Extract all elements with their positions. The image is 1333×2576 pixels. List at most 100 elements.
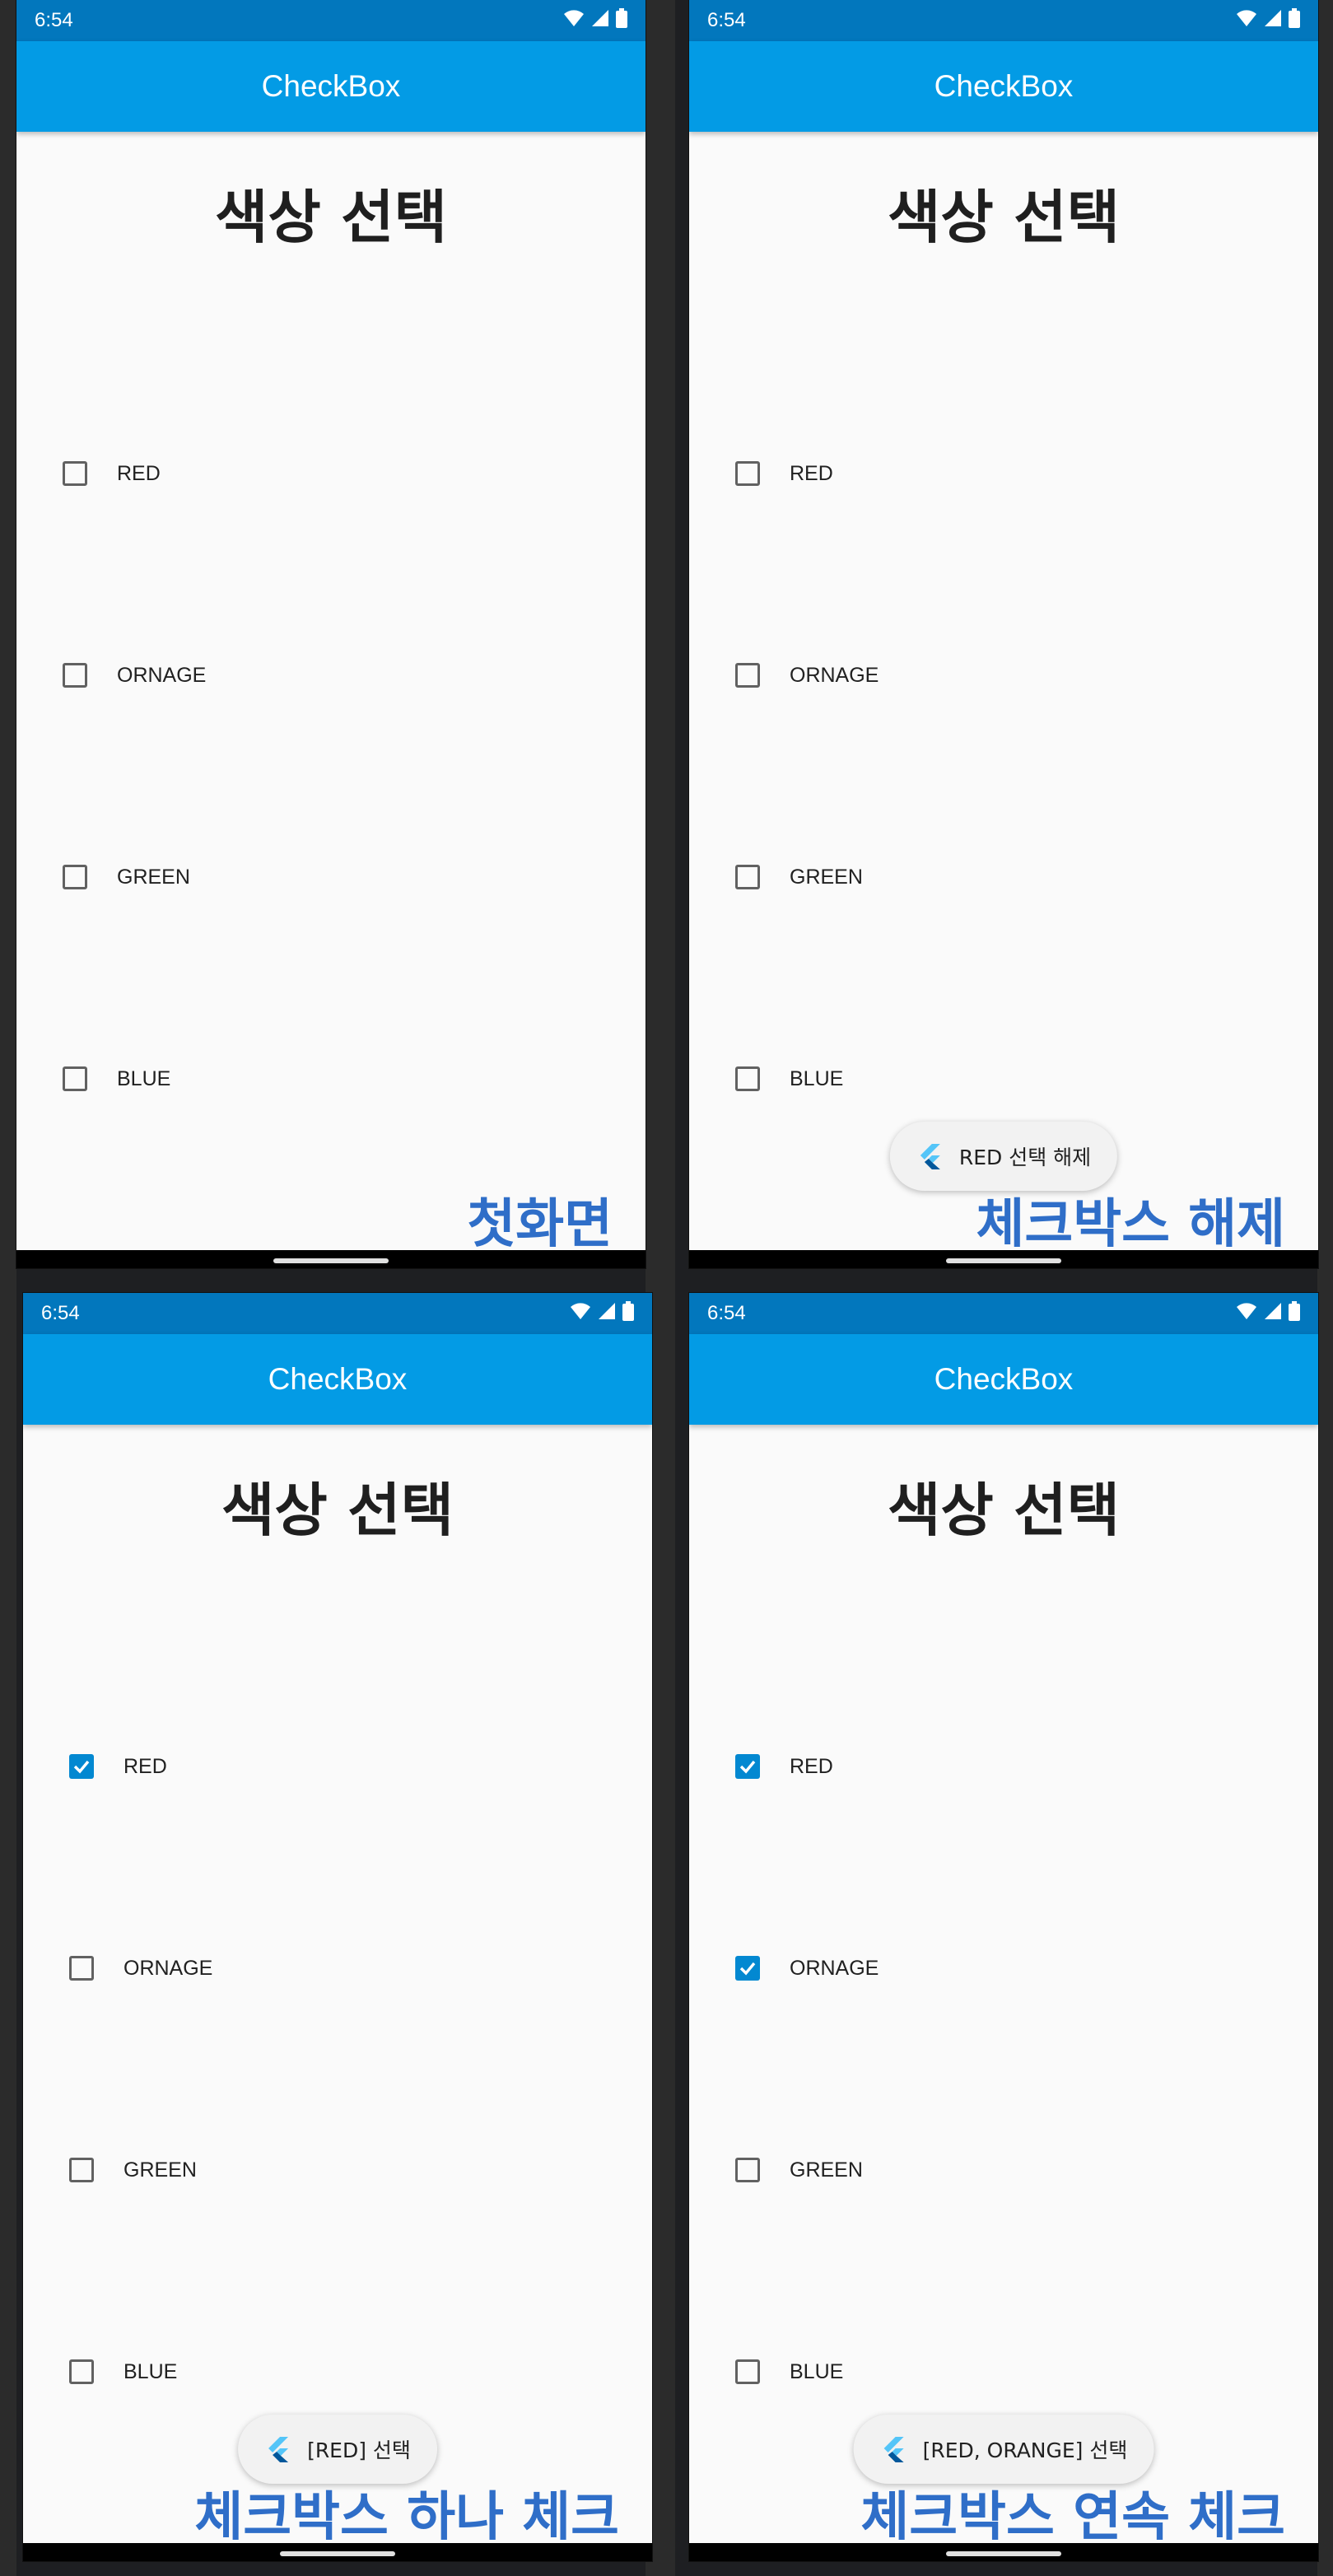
checkbox[interactable]: [63, 461, 87, 486]
navigation-bar: [689, 1250, 1318, 1268]
checkbox-label: GREEN: [124, 2158, 197, 2182]
toast-text: [RED, ORANGE] 선택: [922, 2438, 1128, 2462]
checkbox-label: ORNAGE: [790, 663, 879, 687]
wifi-icon: [1236, 1302, 1257, 1326]
navigation-bar: [16, 1250, 646, 1268]
battery-icon: [1289, 7, 1300, 34]
app-title: CheckBox: [934, 1362, 1074, 1396]
app-bar: CheckBox: [23, 1334, 652, 1425]
check-icon: [739, 1757, 757, 1776]
checkbox[interactable]: [735, 461, 760, 486]
checkbox-label: BLUE: [790, 1066, 844, 1090]
toast-message: [RED, ORANGE] 선택: [853, 2415, 1154, 2484]
toast-message: RED 선택 해제: [889, 1122, 1118, 1191]
toast-text: RED 선택 해제: [958, 1146, 1092, 1169]
status-bar: 6:54: [16, 0, 646, 41]
battery-icon: [1289, 1300, 1300, 1327]
screen-caption: 첫화면: [467, 1194, 613, 1255]
page-heading: 색상 선택: [221, 1477, 454, 1544]
checkbox-label: RED: [790, 461, 833, 485]
app-bar: CheckBox: [16, 41, 646, 132]
code-editor-left-strip: [0, 0, 16, 2576]
status-icons: [1236, 7, 1300, 34]
phone-screen-1: 6:54 CheckBox 색상 선택 RED ORNAGE GREEN BLUE 첫화면: [16, 0, 646, 1268]
checkbox-row-green[interactable]: GREEN: [63, 865, 190, 889]
checkbox[interactable]: [735, 2359, 760, 2384]
checkbox-row-red[interactable]: RED: [69, 1754, 167, 1779]
checkbox[interactable]: [735, 1754, 760, 1779]
checkbox-row-ornage[interactable]: ORNAGE: [63, 663, 206, 688]
check-icon: [739, 1959, 757, 1977]
code-editor-right-strip: [1317, 0, 1333, 2576]
checkbox[interactable]: [735, 865, 760, 889]
checkbox[interactable]: [735, 2158, 760, 2182]
checkbox-label: RED: [790, 1754, 833, 1778]
status-bar: 6:54: [23, 1293, 652, 1334]
checkbox[interactable]: [69, 1754, 94, 1779]
checkbox-row-red[interactable]: RED: [63, 461, 161, 486]
status-bar: 6:54: [689, 1293, 1318, 1334]
wifi-icon: [1236, 9, 1257, 33]
checkbox-row-green[interactable]: GREEN: [735, 865, 863, 889]
checkbox-label: RED: [124, 1754, 167, 1778]
checkbox-row-ornage[interactable]: ORNAGE: [735, 663, 879, 688]
checkbox-row-blue[interactable]: BLUE: [63, 1066, 170, 1091]
checkbox[interactable]: [63, 663, 87, 688]
checkbox-label: GREEN: [790, 865, 863, 889]
checkbox[interactable]: [69, 2158, 94, 2182]
toast-message: [RED] 선택: [238, 2415, 437, 2484]
signal-icon: [598, 1302, 616, 1326]
navigation-bar: [23, 2543, 652, 2561]
app-bar: CheckBox: [689, 41, 1318, 132]
screen-caption: 체크박스 연속 체크: [860, 2487, 1285, 2548]
page-heading: 색상 선택: [888, 1477, 1120, 1544]
checkbox[interactable]: [69, 2359, 94, 2384]
navigation-bar: [689, 2543, 1318, 2561]
signal-icon: [591, 9, 609, 33]
phone-screen-2: 6:54 CheckBox 색상 선택 RED ORNAGE GREEN BLUE RED 선…: [689, 0, 1318, 1268]
checkbox-label: GREEN: [790, 2158, 863, 2182]
app-bar: CheckBox: [689, 1334, 1318, 1425]
checkbox-label: ORNAGE: [124, 1956, 213, 1980]
app-title: CheckBox: [268, 1362, 408, 1396]
checkbox-row-red[interactable]: RED: [735, 1754, 833, 1779]
checkbox[interactable]: [735, 663, 760, 688]
checkbox-row-green[interactable]: GREEN: [735, 2158, 863, 2182]
status-bar: 6:54: [689, 0, 1318, 41]
status-time: 6:54: [41, 1302, 80, 1324]
battery-icon: [616, 7, 627, 34]
home-handle[interactable]: [273, 1258, 389, 1263]
checkbox-row-red[interactable]: RED: [735, 461, 833, 486]
check-icon: [72, 1757, 91, 1776]
flutter-logo-icon: [882, 2436, 905, 2462]
screen-caption: 체크박스 하나 체크: [194, 2487, 619, 2548]
home-handle[interactable]: [280, 2551, 395, 2556]
checkbox-label: BLUE: [790, 2359, 844, 2383]
home-handle[interactable]: [946, 1258, 1061, 1263]
flutter-logo-icon: [266, 2436, 289, 2462]
status-time: 6:54: [707, 1302, 746, 1324]
wifi-icon: [563, 9, 585, 33]
checkbox-label: GREEN: [117, 865, 190, 889]
home-handle[interactable]: [946, 2551, 1061, 2556]
phone-screen-4: 6:54 CheckBox 색상 선택 RED ORNAGE GREEN BLUE [RED,…: [689, 1293, 1318, 2561]
checkbox-row-ornage[interactable]: ORNAGE: [735, 1956, 879, 1981]
checkbox-row-blue[interactable]: BLUE: [735, 1066, 843, 1091]
checkbox-row-green[interactable]: GREEN: [69, 2158, 197, 2182]
checkbox[interactable]: [735, 1956, 760, 1981]
checkbox[interactable]: [63, 1066, 87, 1091]
checkbox-label: RED: [117, 461, 161, 485]
checkbox[interactable]: [69, 1956, 94, 1981]
checkbox-row-blue[interactable]: BLUE: [735, 2359, 843, 2384]
checkbox-label: BLUE: [117, 1066, 171, 1090]
checkbox[interactable]: [735, 1066, 760, 1091]
checkbox-row-ornage[interactable]: ORNAGE: [69, 1956, 212, 1981]
page-heading: 색상 선택: [888, 184, 1120, 251]
signal-icon: [1264, 9, 1282, 33]
status-time: 6:54: [707, 9, 746, 31]
page-heading: 색상 선택: [215, 184, 447, 251]
app-title: CheckBox: [934, 69, 1074, 103]
checkbox-row-blue[interactable]: BLUE: [69, 2359, 177, 2384]
checkbox[interactable]: [63, 865, 87, 889]
wifi-icon: [570, 1302, 591, 1326]
